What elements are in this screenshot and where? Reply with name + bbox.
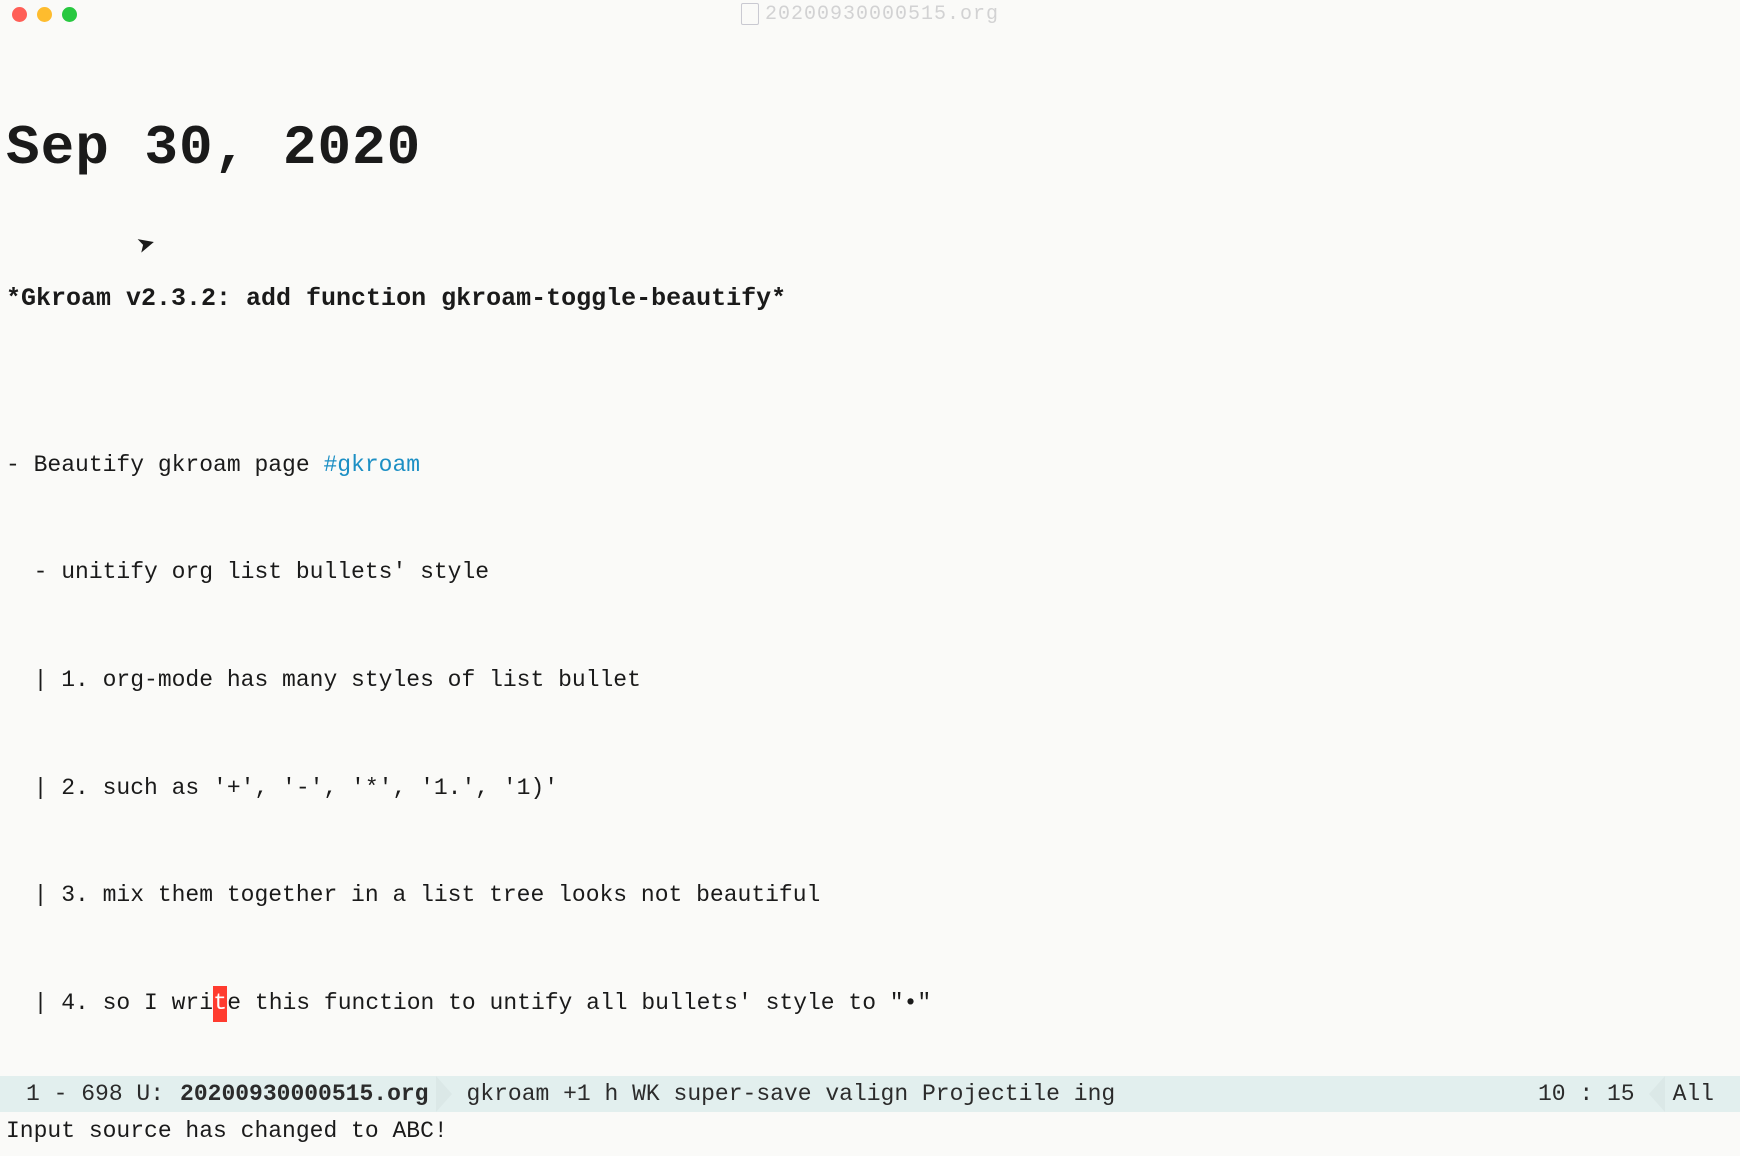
chevron-left-icon: [1649, 1076, 1665, 1112]
close-icon[interactable]: [12, 7, 27, 22]
mode-line-modes: gkroam +1 h WK super-save valign Project…: [458, 1081, 1123, 1107]
list-item: | 4. so I write this function to untify …: [6, 986, 1734, 1022]
page-title: Sep 30, 2020: [6, 118, 1734, 180]
titlebar: 20200930000515.org: [0, 0, 1740, 28]
document-icon: [741, 3, 759, 25]
list-item: - Beautify gkroam page #gkroam: [6, 448, 1734, 484]
editor-buffer[interactable]: Sep 30, 2020 *Gkroam v2.3.2: add functio…: [0, 28, 1740, 1156]
traffic-lights: [12, 7, 77, 22]
mode-line-filename[interactable]: 20200930000515.org: [172, 1081, 436, 1107]
list-item: | 1. org-mode has many styles of list bu…: [6, 663, 1734, 699]
org-headline: *Gkroam v2.3.2: add function gkroam-togg…: [6, 279, 1734, 318]
list-item: | 2. such as '+', '-', '*', '1.', '1)': [6, 771, 1734, 807]
mode-line[interactable]: 1 - 698 U: 20200930000515.org gkroam +1 …: [0, 1076, 1740, 1112]
list-item: | 3. mix them together in a list tree lo…: [6, 878, 1734, 914]
list-item: - unitify org list bullets' style: [6, 555, 1734, 591]
hashtag-link[interactable]: #gkroam: [323, 452, 420, 478]
echo-area: Input source has changed to ABC!: [0, 1112, 1740, 1156]
chevron-right-icon: [436, 1076, 452, 1112]
mode-line-time: 10 : 15: [1530, 1081, 1643, 1107]
text-cursor: t: [213, 986, 227, 1022]
mode-line-left: 1 - 698 U: 20200930000515.org gkroam +1 …: [18, 1076, 1123, 1112]
mode-line-position: 1 - 698 U:: [18, 1081, 172, 1107]
minimize-icon[interactable]: [37, 7, 52, 22]
titlebar-filename-text: 20200930000515.org: [765, 3, 999, 26]
titlebar-filename: 20200930000515.org: [741, 3, 999, 26]
zoom-icon[interactable]: [62, 7, 77, 22]
emacs-window: 20200930000515.org Sep 30, 2020 *Gkroam …: [0, 0, 1740, 1156]
mode-line-right: 10 : 15 All: [1530, 1076, 1722, 1112]
mode-line-scroll: All: [1665, 1081, 1722, 1107]
echo-message: Input source has changed to ABC!: [6, 1118, 448, 1144]
